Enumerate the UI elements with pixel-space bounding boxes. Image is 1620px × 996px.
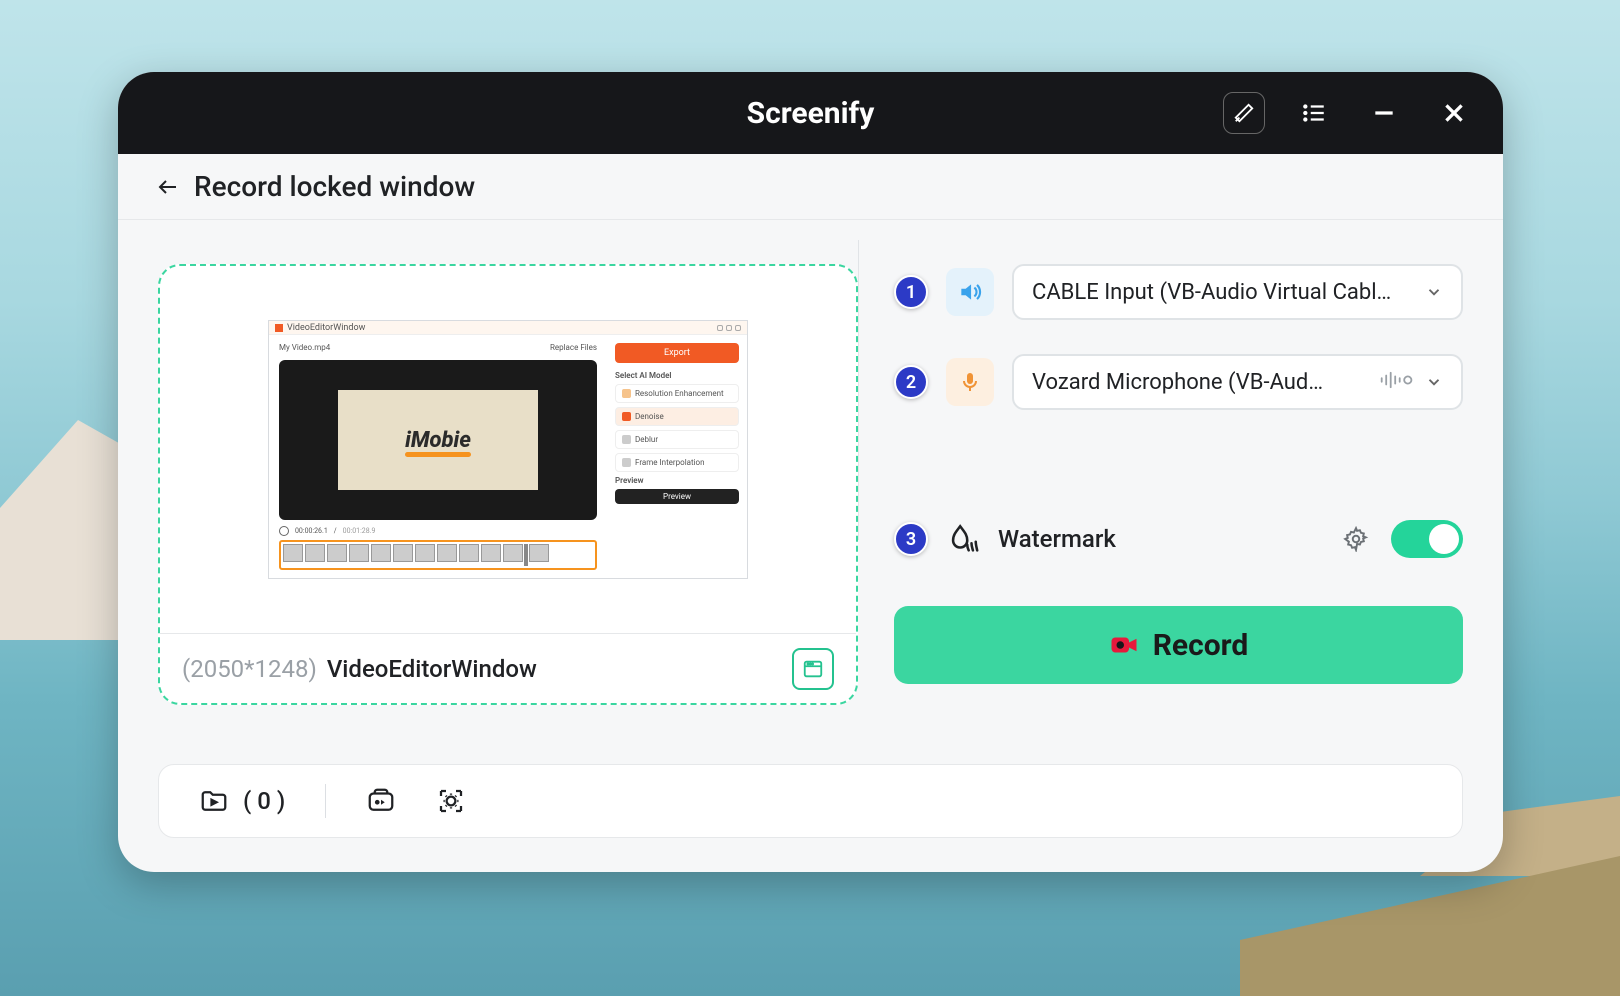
subheader-title: Record locked window — [194, 170, 475, 203]
audio-output-select[interactable]: CABLE Input (VB-Audio Virtual Cabl… — [1012, 264, 1463, 320]
step-badge-3: 3 — [894, 522, 928, 556]
audio-output-row: 1 CABLE Input (VB-Audio Virtual Cabl… — [894, 264, 1463, 320]
preview-app-icon — [275, 324, 283, 332]
record-button[interactable]: Record — [894, 606, 1463, 684]
preview-timeline — [279, 540, 597, 570]
back-button[interactable]: Record locked window — [156, 170, 475, 203]
preview-video-player: iMobie — [279, 360, 597, 520]
step-badge-2: 2 — [894, 365, 928, 399]
close-icon[interactable] — [1433, 92, 1475, 134]
watermark-settings-button[interactable] — [1339, 522, 1373, 556]
microphone-icon — [946, 358, 994, 406]
preview-footer: (2050*1248) VideoEditorWindow — [160, 633, 856, 703]
preview-filename: My Video.mp4 — [279, 343, 330, 352]
preview-export-button: Export — [615, 343, 739, 363]
titlebar: Screenify — [118, 72, 1503, 154]
chevron-down-icon — [1425, 373, 1443, 391]
edit-icon[interactable] — [1223, 92, 1265, 134]
subheader: Record locked window — [118, 154, 1503, 220]
preview-replace-files: Replace Files — [550, 343, 597, 352]
media-folder-button[interactable] — [366, 786, 396, 816]
minimize-icon[interactable] — [1363, 92, 1405, 134]
app-title: Screenify — [747, 96, 875, 131]
preview-window-title: VideoEditorWindow — [287, 323, 365, 333]
watermark-row: 3 Watermark — [894, 520, 1463, 558]
audio-input-select[interactable]: Vozard Microphone (VB-Aud… — [1012, 354, 1463, 410]
wallpaper-grass — [1240, 856, 1620, 996]
audio-input-value: Vozard Microphone (VB-Aud… — [1032, 370, 1369, 395]
preview-card: VideoEditorWindow My Video.mp4 Replace F… — [158, 264, 858, 705]
speaker-icon — [946, 268, 994, 316]
record-icon — [1109, 630, 1139, 660]
record-label: Record — [1153, 628, 1249, 663]
watermark-icon — [946, 522, 980, 556]
audio-level-icon — [1379, 371, 1415, 393]
divider — [325, 784, 326, 818]
preview-play-icon — [279, 526, 289, 536]
recordings-count: ( 0 ) — [243, 787, 285, 815]
preview-time-current: 00:00:26.1 — [295, 527, 328, 535]
list-icon[interactable] — [1293, 92, 1335, 134]
preview-time-total: 00:01:28.9 — [343, 527, 376, 535]
content: VideoEditorWindow My Video.mp4 Replace F… — [118, 220, 1503, 705]
recordings-folder-button[interactable]: ( 0 ) — [199, 786, 285, 816]
captured-window-preview: VideoEditorWindow My Video.mp4 Replace F… — [268, 320, 748, 579]
audio-output-value: CABLE Input (VB-Audio Virtual Cabl… — [1032, 280, 1415, 305]
app-window: Screenify Record locked window — [118, 72, 1503, 872]
watermark-toggle[interactable] — [1391, 520, 1463, 558]
right-column: 1 CABLE Input (VB-Audio Virtual Cabl… 2 … — [858, 264, 1463, 705]
settings-button[interactable] — [436, 786, 466, 816]
imobie-logo: iMobie — [405, 428, 471, 453]
window-name: VideoEditorWindow — [327, 655, 537, 683]
chevron-down-icon — [1425, 283, 1443, 301]
window-dimensions: (2050*1248) — [182, 655, 317, 683]
preview-area: VideoEditorWindow My Video.mp4 Replace F… — [160, 266, 856, 633]
bottom-bar: ( 0 ) — [158, 764, 1463, 838]
preview-section-label: Select AI Model — [615, 371, 739, 380]
watermark-label: Watermark — [998, 525, 1116, 553]
titlebar-controls — [1223, 92, 1475, 134]
left-column: VideoEditorWindow My Video.mp4 Replace F… — [158, 264, 858, 705]
audio-input-row: 2 Vozard Microphone (VB-Aud… — [894, 354, 1463, 410]
step-badge-1: 1 — [894, 275, 928, 309]
select-window-button[interactable] — [792, 648, 834, 690]
